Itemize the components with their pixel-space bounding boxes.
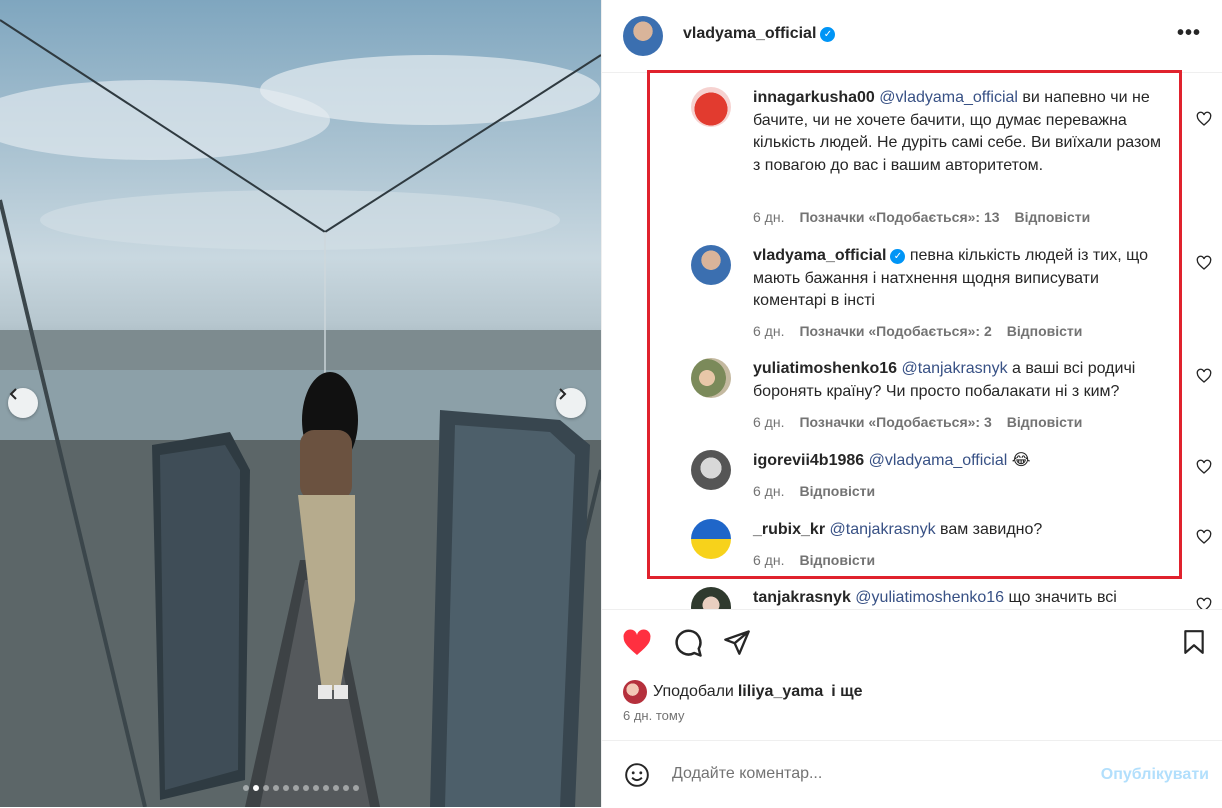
comment-username[interactable]: vladyama_official — [753, 247, 886, 264]
comment-username[interactable]: _rubix_kr — [753, 521, 825, 538]
comment-like-heart-icon[interactable] — [1196, 111, 1212, 127]
post-photo[interactable] — [0, 0, 601, 807]
more-options-button[interactable]: ••• — [1177, 22, 1201, 45]
comment-meta: 6 дн. Позначки «Подобається»: 3 Відповіс… — [753, 414, 1082, 430]
comment-mention[interactable]: @vladyama_official — [879, 89, 1018, 106]
comment-meta: 6 дн. Відповісти — [753, 483, 875, 499]
comment-time[interactable]: 6 дн. — [753, 209, 784, 225]
comment-reply-button[interactable]: Відповісти — [799, 552, 875, 568]
author-username[interactable]: vladyama_official ✓ — [683, 25, 836, 43]
add-comment-bar: Опублікувати — [602, 740, 1222, 808]
comment-likes-count[interactable]: Позначки «Подобається»: 2 — [799, 323, 991, 339]
share-icon[interactable] — [723, 628, 751, 656]
comment-reply-button[interactable]: Відповісти — [1007, 414, 1083, 430]
post-time[interactable]: 6 дн. тому — [623, 708, 684, 723]
comment-like-heart-icon[interactable] — [1196, 459, 1212, 475]
comment-username[interactable]: igorevii4b1986 — [753, 452, 864, 469]
comment-input[interactable] — [672, 765, 1072, 783]
comment-avatar[interactable] — [691, 519, 731, 559]
comment-meta: 6 дн. Відповісти — [753, 552, 875, 568]
carousel-next-button[interactable] — [556, 388, 586, 418]
post-actions — [602, 609, 1222, 740]
publish-button[interactable]: Опублікувати — [1101, 766, 1209, 784]
comment-like-heart-icon[interactable] — [1196, 255, 1212, 271]
comment-meta: 6 дн. Позначки «Подобається»: 2 Відповіс… — [753, 323, 1082, 339]
carousel-dot — [352, 785, 359, 791]
carousel-dot — [322, 785, 329, 791]
carousel-dot — [332, 785, 339, 791]
comment-mention[interactable]: @tanjakrasnyk — [830, 521, 936, 538]
comment-like-heart-icon[interactable] — [1196, 597, 1212, 609]
verified-badge-icon: ✓ — [890, 249, 906, 264]
comment-content: що значить всі — [1004, 589, 1117, 606]
comments-list[interactable]: innagarkusha00 @vladyama_official ви нап… — [602, 73, 1222, 609]
comment-likes-count[interactable]: Позначки «Подобається»: 13 — [799, 209, 999, 225]
carousel-dot — [262, 785, 269, 791]
chevron-right-icon — [559, 388, 567, 400]
comment-text: _rubix_kr @tanjakrasnyk вам завидно? — [753, 519, 1165, 542]
carousel-dot-active — [252, 785, 259, 791]
carousel-dot — [272, 785, 279, 791]
comment-reply-button[interactable]: Відповісти — [1007, 323, 1083, 339]
chevron-left-icon — [9, 388, 17, 400]
carousel-dot — [292, 785, 299, 791]
comment-avatar[interactable] — [691, 450, 731, 490]
carousel-prev-button[interactable] — [8, 388, 38, 418]
comment-likes-count[interactable]: Позначки «Подобається»: 3 — [799, 414, 991, 430]
carousel-dot — [242, 785, 249, 791]
comment-content: 😂 — [1007, 452, 1031, 469]
comment-reply-button[interactable]: Відповісти — [1015, 209, 1091, 225]
comment-avatar[interactable] — [691, 358, 731, 398]
comment-icon[interactable] — [673, 628, 703, 658]
comment-mention[interactable]: @tanjakrasnyk — [902, 360, 1008, 377]
comment-username[interactable]: innagarkusha00 — [753, 89, 875, 106]
comment-time[interactable]: 6 дн. — [753, 323, 784, 339]
post-header: vladyama_official ✓ ••• — [602, 0, 1222, 73]
heart-icon[interactable] — [621, 627, 653, 659]
likes-others[interactable]: і ще — [831, 683, 862, 701]
comment-avatar[interactable] — [691, 587, 731, 609]
post-panel: vladyama_official ✓ ••• innagarkusha00 @v… — [601, 0, 1222, 807]
verified-badge-icon: ✓ — [820, 27, 836, 42]
comment-mention[interactable]: @vladyama_official — [869, 452, 1008, 469]
author-username-text[interactable]: vladyama_official — [683, 25, 816, 42]
comment-avatar[interactable] — [691, 87, 731, 127]
author-avatar[interactable] — [623, 16, 663, 56]
comment-avatar[interactable] — [691, 245, 731, 285]
likes-summary[interactable]: Уподобали liliya_yama і ще — [623, 680, 867, 704]
comment-meta: 6 дн. Позначки «Подобається»: 13 Відпові… — [753, 209, 1090, 225]
liker-avatar[interactable] — [623, 680, 647, 704]
comment-text: yuliatimoshenko16 @tanjakrasnyk а ваші в… — [753, 358, 1165, 403]
emoji-icon[interactable] — [624, 762, 650, 788]
carousel-dot — [312, 785, 319, 791]
comment-text: tanjakrasnyk @yuliatimoshenko16 що значи… — [753, 587, 1165, 609]
comment-time[interactable]: 6 дн. — [753, 414, 784, 430]
comment-username[interactable]: yuliatimoshenko16 — [753, 360, 897, 377]
comment-text: vladyama_official ✓ певна кількість людей… — [753, 245, 1165, 313]
carousel-dot — [342, 785, 349, 791]
comment-time[interactable]: 6 дн. — [753, 483, 784, 499]
comment-like-heart-icon[interactable] — [1196, 529, 1212, 545]
comment-text: igorevii4b1986 @vladyama_official 😂 — [753, 450, 1165, 473]
carousel-dot — [282, 785, 289, 791]
comment-username[interactable]: tanjakrasnyk — [753, 589, 851, 606]
bookmark-icon[interactable] — [1181, 628, 1207, 656]
liker-username[interactable]: liliya_yama — [738, 683, 823, 701]
comment-content: вам завидно? — [935, 521, 1043, 538]
carousel-dots — [0, 785, 601, 791]
likes-prefix: Уподобали — [653, 683, 734, 700]
comment-reply-button[interactable]: Відповісти — [799, 483, 875, 499]
carousel-dot — [302, 785, 309, 791]
comment-like-heart-icon[interactable] — [1196, 368, 1212, 384]
photo-illustration — [0, 19, 601, 807]
comment-time[interactable]: 6 дн. — [753, 552, 784, 568]
comment-text: innagarkusha00 @vladyama_official ви нап… — [753, 87, 1165, 177]
comment-mention[interactable]: @yuliatimoshenko16 — [855, 589, 1004, 606]
